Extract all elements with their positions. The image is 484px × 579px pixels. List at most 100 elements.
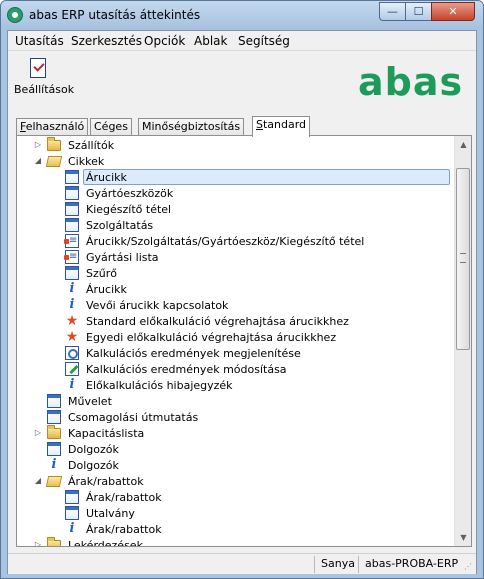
tree-item-label: Egyedi előkalkuláció végrehajtása árucik… [86,331,337,344]
scroll-thumb[interactable] [456,168,470,350]
document-icon [65,202,79,216]
menu-segitseg[interactable]: Segítség [238,34,290,48]
status-bar: Sanya abas-PROBA-ERP ⋰ [8,553,476,574]
document-icon [65,186,79,200]
tree-item-label: Kiegészítő tétel [86,203,172,216]
tree-item-label: Művelet [68,395,112,408]
expand-arrow-icon[interactable]: ▷ [33,537,43,546]
tree-item-label: Előkalkulációs hibajegyzék [86,379,233,392]
info-icon: i [51,457,57,472]
tree-row[interactable]: Gyártási lista [17,249,454,265]
tree-row[interactable]: Művelet [17,393,454,409]
settings-label: Beállítások [14,83,75,96]
menu-utasitas[interactable]: Utasítás [15,34,64,48]
tree-row[interactable]: Kalkulációs eredmények megjelenítése [17,345,454,361]
tab-label: elhasználó [25,120,85,133]
scroll-down-arrow[interactable]: ▼ [455,529,472,546]
tree-row[interactable]: i Dolgozók [17,457,454,473]
document-icon [65,266,79,280]
tree-row[interactable]: Utalvány [17,505,454,521]
tree-item-label: Lekérdezések [68,539,143,546]
window-title: abas ERP utasítás áttekintés [29,8,201,22]
menu-opciok[interactable]: Opciók [144,34,185,48]
command-tree[interactable]: ▷ Szállítók ◢ Cikkek Árucikk Gyártóeszközök Ki… [17,136,454,546]
folder-icon [47,137,61,151]
tab-ceges[interactable]: Céges [90,118,132,136]
collapse-arrow-icon[interactable]: ◢ [33,153,43,169]
view-results-icon [65,346,79,360]
tree-panel: ▷ Szállítók ◢ Cikkek Árucikk Gyártóeszközök Ki… [16,135,472,547]
tree-item-label: Kapacitáslista [68,427,145,440]
tree-item-label: Árak/rabattok [68,475,144,488]
info-icon: i [69,521,75,536]
tree-row[interactable]: Árucikk [17,169,454,185]
document-icon [65,506,79,520]
info-icon: i [69,281,75,296]
list-document-icon [64,233,79,249]
tree-item-label: Utalvány [86,507,135,520]
tree-row[interactable]: Árak/rabattok [17,489,454,505]
tree-row[interactable]: i Vevői árucikk kapcsolatok [17,297,454,313]
tree-row[interactable]: Szűrő [17,265,454,281]
document-icon [65,218,79,232]
expand-arrow-icon[interactable]: ▷ [33,425,43,441]
close-button[interactable]: ✕ [431,2,475,21]
tree-row[interactable]: Árucikk/Szolgáltatás/Gyártóeszköz/Kiegés… [17,233,454,249]
tree-row[interactable]: i Árak/rabattok [17,521,454,537]
status-client: abas-PROBA-ERP [365,557,459,570]
title-bar[interactable]: abas ERP utasítás áttekintés — ☐ ✕ [1,1,483,29]
tree-item-label: Szolgáltatás [86,219,154,232]
tree-row[interactable]: Dolgozók [17,441,454,457]
menu-ablak[interactable]: Ablak [194,34,227,48]
tree-item-label: Gyártási lista [86,251,159,264]
tree-row[interactable]: ◢ Árak/rabattok [17,473,454,489]
tree-row[interactable]: Szolgáltatás [17,217,454,233]
tree-row[interactable]: Kalkulációs eredmények módosítása [17,361,454,377]
tree-row[interactable]: Csomagolási útmutatás [17,409,454,425]
tree-item-label: Szállítók [68,139,115,152]
tree-item-label: Csomagolási útmutatás [68,411,199,424]
tab-felhasznalo[interactable]: Felhasználó [16,118,89,136]
tree-row[interactable]: ▷ Lekérdezések [17,537,454,546]
tree-row[interactable]: ▷ Szállítók [17,137,454,153]
vertical-scrollbar[interactable]: ▲ ▼ [454,136,471,546]
open-folder-icon [45,156,63,167]
tab-strip: Felhasználó Céges Minőségbiztosítás Stan… [16,116,476,137]
tab-label: Céges [94,120,128,133]
document-icon [47,410,61,424]
tree-row[interactable]: ◢ Cikkek [17,153,454,169]
tree-row[interactable]: i Árucikk [17,281,454,297]
tree-row[interactable]: i Előkalkulációs hibajegyzék [17,377,454,393]
scroll-up-arrow[interactable]: ▲ [455,136,472,153]
tab-minosegbiztositas[interactable]: Minőségbiztosítás [138,118,245,136]
tree-item-label: Árucikk [83,169,450,185]
list-document-icon [64,249,79,265]
tree-item-label: Standard előkalkuláció végrehajtása áruc… [86,315,349,328]
tree-row[interactable]: Kiegészítő tétel [17,201,454,217]
info-icon: i [69,377,75,392]
collapse-arrow-icon[interactable]: ◢ [33,473,43,489]
tree-item-label: Dolgozók [68,443,119,456]
tree-row[interactable]: Gyártóeszközök [17,185,454,201]
tree-row[interactable]: ▷ Kapacitáslista [17,425,454,441]
document-icon [65,170,79,184]
abas-app-icon[interactable] [7,7,23,23]
maximize-button[interactable]: ☐ [405,2,432,21]
tree-row[interactable]: ★ Egyedi előkalkuláció végrehajtása áruci… [17,329,454,345]
resize-grip-icon[interactable]: ⋰ [464,562,474,572]
status-divider [358,556,359,573]
tree-item-label: Vevői árucikk kapcsolatok [86,299,229,312]
settings-button[interactable]: Beállítások [12,56,74,104]
tree-row[interactable]: ★ Standard előkalkuláció végrehajtása áru… [17,313,454,329]
tree-item-label: Kalkulációs eredmények módosítása [86,363,287,376]
expand-arrow-icon[interactable]: ▷ [33,137,43,153]
tree-item-label: Kalkulációs eredmények megjelenítése [86,347,301,360]
tab-label-accel: S [256,118,263,131]
star-icon: ★ [65,329,79,345]
tree-item-label: Szűrő [86,267,117,280]
minimize-button[interactable]: — [379,2,406,21]
checklist-icon [30,58,46,78]
toolbar: Beállítások abas [8,52,476,114]
tab-standard[interactable]: Standard [252,116,311,137]
menu-szerkesztes[interactable]: Szerkesztés [71,34,142,48]
